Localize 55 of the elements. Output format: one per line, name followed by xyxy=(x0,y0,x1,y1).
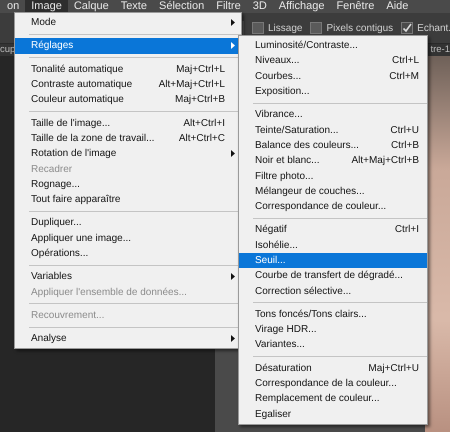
menu-item[interactable]: Négatif Ctrl+I xyxy=(239,222,427,238)
menu-item[interactable]: Variantes... xyxy=(239,337,427,353)
menu-bar-item[interactable]: Affichage xyxy=(272,0,330,13)
menu-item[interactable]: Mode xyxy=(15,15,241,30)
menu-bar-item[interactable]: Fenêtre xyxy=(330,0,380,13)
menu-bar-item[interactable]: Calque xyxy=(68,0,115,13)
menu-item[interactable]: Noir et blanc... Alt+Maj+Ctrl+B xyxy=(239,153,427,168)
menu-item[interactable]: Seuil... xyxy=(239,252,427,268)
menu-item[interactable]: Opérations... xyxy=(15,246,241,262)
document-tab[interactable]: tre-1 xyxy=(430,44,450,56)
menu-item[interactable]: Courbe de transfert de dégradé... xyxy=(239,268,427,284)
menu-item[interactable]: Courbes... Ctrl+M xyxy=(239,68,427,84)
menu-item[interactable]: Isohélie... xyxy=(239,238,427,253)
menu-item[interactable]: Correction sélective... xyxy=(239,283,427,299)
menu-item[interactable]: Niveaux... Ctrl+L xyxy=(239,53,427,69)
menu-bar-item[interactable]: Sélection xyxy=(152,0,210,13)
menu-item[interactable]: Appliquer une image... xyxy=(15,230,241,246)
menu-item[interactable]: Variables xyxy=(15,269,241,284)
menu-item[interactable]: Tonalité automatique Maj+Ctrl+L xyxy=(15,62,241,77)
menu-item[interactable]: Remplacement de couleur... xyxy=(239,391,427,407)
menu-item[interactable]: Rotation de l'image xyxy=(15,146,241,162)
menu-item[interactable]: Egaliser xyxy=(239,406,427,422)
menu-item[interactable]: Correspondance de la couleur... xyxy=(239,376,427,392)
menu-item[interactable]: Mélangeur de couches... xyxy=(239,184,427,199)
menu-item[interactable]: Tons foncés/Tons clairs... xyxy=(239,306,427,322)
menu-item[interactable]: Filtre photo... xyxy=(239,168,427,184)
menu-item[interactable]: Dupliquer... xyxy=(15,215,241,231)
menu-bar-item[interactable]: Aide xyxy=(380,0,414,13)
menu-bar-item[interactable]: Filtre xyxy=(210,0,247,13)
checkbox[interactable] xyxy=(310,22,322,34)
menu-bar-item[interactable]: Texte xyxy=(114,0,153,13)
menu-item[interactable]: Désaturation Maj+Ctrl+U xyxy=(239,360,427,376)
menu-item[interactable]: Taille de l'image... Alt+Ctrl+I xyxy=(15,115,241,131)
checkbox-label: Lissage xyxy=(268,22,302,34)
checkbox-label: Pixels contigus xyxy=(326,22,394,34)
menu-bar-item[interactable]: Image xyxy=(25,0,68,13)
checkbox-label: Echant. xyxy=(417,22,450,34)
menu-item[interactable]: Rognage... xyxy=(15,176,241,192)
menu-item[interactable]: Luminosité/Contraste... xyxy=(239,38,427,54)
menu-bar-item[interactable]: on xyxy=(1,0,26,13)
menu-item[interactable]: Contraste automatique Alt+Maj+Ctrl+L xyxy=(15,76,241,92)
menu-item[interactable]: Vibrance... xyxy=(239,107,427,122)
menu-bar-item[interactable]: 3D xyxy=(246,0,273,13)
checkbox[interactable] xyxy=(401,22,414,34)
menu-item[interactable]: Réglages xyxy=(15,38,241,54)
menu-item[interactable]: Exposition... xyxy=(239,84,427,100)
menu-item[interactable]: Virage HDR... xyxy=(239,322,427,338)
menu-item[interactable]: Teinte/Saturation... Ctrl+U xyxy=(239,122,427,138)
menu-item[interactable]: Couleur automatique Maj+Ctrl+B xyxy=(15,92,241,108)
menu-item[interactable]: Taille de la zone de travail... Alt+Ctrl+C xyxy=(15,130,241,146)
menu-item[interactable]: Tout faire apparaître xyxy=(15,192,241,208)
menu-item[interactable]: Correspondance de couleur... xyxy=(239,198,427,214)
menu-item[interactable]: Analyse xyxy=(15,331,241,346)
menu-item[interactable]: Balance des couleurs... Ctrl+B xyxy=(239,138,427,154)
checkbox[interactable] xyxy=(252,22,264,34)
